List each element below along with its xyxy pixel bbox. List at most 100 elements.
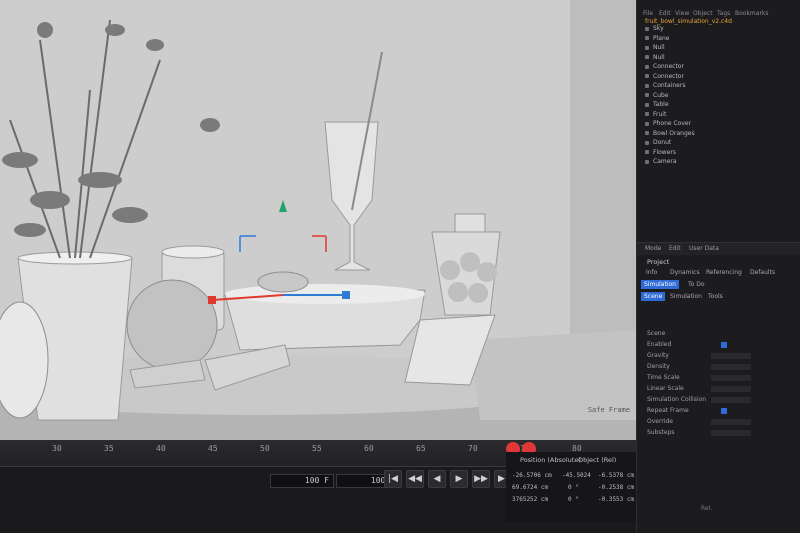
object-row[interactable]: Null <box>645 53 795 63</box>
coord-value[interactable]: -6.5378 cm <box>598 472 634 479</box>
3d-viewport[interactable]: Safe Frame <box>0 0 636 440</box>
object-name: Containers <box>653 82 686 90</box>
object-row[interactable]: Containers <box>645 81 795 91</box>
ruler-tick: 70 <box>468 444 478 453</box>
attribute-row[interactable]: Linear Scale <box>647 383 797 394</box>
object-name: Sky <box>653 25 664 33</box>
object-name: Null <box>653 44 665 52</box>
coordinates-manager: Position (Absolute) Object (Rel) -26.570… <box>506 452 636 522</box>
tab-info[interactable]: Info <box>643 268 660 277</box>
ruler-tick: 50 <box>260 444 270 453</box>
object-row[interactable]: Sky <box>645 24 795 34</box>
play-button[interactable]: ▶ <box>450 470 468 488</box>
previous-frame-button[interactable]: ◀ <box>428 470 446 488</box>
object-row[interactable]: Donut <box>645 138 795 148</box>
attribute-field[interactable] <box>711 396 751 403</box>
attribute-field[interactable] <box>711 385 751 392</box>
attribute-row[interactable]: Repeat Frame <box>647 405 797 416</box>
tab-simulation-sub[interactable]: Simulation <box>667 292 705 301</box>
object-row[interactable]: Flowers <box>645 148 795 158</box>
object-name: Flowers <box>653 148 676 156</box>
menu-item-bookmarks[interactable]: Bookmarks <box>735 10 769 17</box>
menu-item-object[interactable]: Object <box>693 10 713 17</box>
ruler-tick: 35 <box>104 444 114 453</box>
object-name: Cube <box>653 91 669 99</box>
attribute-row[interactable]: Time Scale <box>647 372 797 383</box>
attribute-field[interactable] <box>711 352 751 359</box>
object-row[interactable]: Cube <box>645 91 795 101</box>
object-name: Fruit <box>653 110 667 118</box>
object-row[interactable]: Plane <box>645 34 795 44</box>
object-row[interactable]: Camera <box>645 157 795 167</box>
attribute-field[interactable] <box>711 429 751 436</box>
object-row[interactable]: Table <box>645 100 795 110</box>
tab-simulation[interactable]: Simulation <box>641 280 679 289</box>
coord-value[interactable]: -0.2538 cm <box>598 484 634 491</box>
attribute-row[interactable]: Gravity <box>647 350 797 361</box>
next-key-button[interactable]: ▶▶ <box>472 470 490 488</box>
menu-item-edit[interactable]: Edit <box>659 10 671 17</box>
tab-dynamics[interactable]: Dynamics <box>667 268 703 277</box>
coord-value[interactable]: 0 ° <box>568 484 579 491</box>
attribute-row[interactable]: Override <box>647 416 797 427</box>
attribute-field[interactable] <box>711 363 751 370</box>
object-icon <box>645 102 649 107</box>
attribute-row[interactable]: Density <box>647 361 797 372</box>
attribute-field[interactable] <box>711 418 751 425</box>
attribute-list: Scene Enabled Gravity Density Time Scale… <box>647 328 797 438</box>
coords-rotation-header: Object (Rel) <box>578 456 617 464</box>
menu-item-file[interactable]: File <box>643 10 653 17</box>
attribute-label: Linear Scale <box>647 385 684 392</box>
coord-value[interactable]: 69.6724 cm <box>512 484 548 491</box>
object-row[interactable]: Fruit <box>645 110 795 120</box>
attribute-label: Simulation Collision <box>647 396 706 403</box>
previous-key-button[interactable]: ◀◀ <box>406 470 424 488</box>
object-icon <box>645 131 649 136</box>
object-row[interactable]: Null <box>645 43 795 53</box>
attr-title: Project <box>647 258 670 266</box>
attribute-row[interactable]: Simulation Collision <box>647 394 797 405</box>
ruler-tick: 30 <box>52 444 62 453</box>
attribute-row[interactable]: Scene <box>647 328 797 339</box>
repeat-frame-checkbox[interactable] <box>721 407 727 414</box>
ruler-tick: 45 <box>208 444 218 453</box>
coord-value[interactable]: 0 ° <box>568 496 579 503</box>
attribute-label: Time Scale <box>647 374 680 381</box>
tab-todo[interactable]: To Do <box>685 280 708 289</box>
panel-status: Rel. <box>701 505 713 512</box>
menu-item-view[interactable]: View <box>675 10 689 17</box>
coord-value[interactable]: -26.5706 cm <box>512 472 552 479</box>
object-icon <box>645 83 649 88</box>
object-name: Bowl Oranges <box>653 129 695 137</box>
object-list: Sky Plane Null Null Connector Connector … <box>645 24 795 167</box>
attribute-field[interactable] <box>711 374 751 381</box>
object-row[interactable]: Connector <box>645 72 795 82</box>
object-row[interactable]: Phone Cover <box>645 119 795 129</box>
enabled-checkbox[interactable] <box>721 341 727 348</box>
ruler-tick: 60 <box>364 444 374 453</box>
object-row[interactable]: Connector <box>645 62 795 72</box>
tab-defaults[interactable]: Defaults <box>747 268 778 277</box>
attr-menu-mode[interactable]: Mode <box>645 245 661 252</box>
attribute-row[interactable]: Substeps <box>647 427 797 438</box>
start-frame-field[interactable]: 100 F <box>270 474 334 488</box>
menu-item-tags[interactable]: Tags <box>717 10 730 17</box>
object-icon <box>645 45 649 50</box>
tab-scene[interactable]: Scene <box>641 292 666 301</box>
scene-render <box>0 0 636 440</box>
attribute-label: Substeps <box>647 429 675 436</box>
coord-value[interactable]: 3765252 cm <box>512 496 548 503</box>
ruler-tick: 55 <box>312 444 322 453</box>
attribute-label: Gravity <box>647 352 669 359</box>
attribute-label: Scene <box>647 330 666 337</box>
object-row[interactable]: Bowl Oranges <box>645 129 795 139</box>
attribute-row[interactable]: Enabled <box>647 339 797 350</box>
attr-menu-edit[interactable]: Edit <box>669 245 681 252</box>
go-to-start-button[interactable]: |◀ <box>384 470 402 488</box>
tab-tools[interactable]: Tools <box>705 292 726 301</box>
attr-menu-user-data[interactable]: User Data <box>689 245 719 252</box>
coord-value[interactable]: -0.3553 cm <box>598 496 634 503</box>
tab-referencing[interactable]: Referencing <box>703 268 745 277</box>
coord-value[interactable]: -45.5024 <box>562 472 591 479</box>
object-icon <box>645 74 649 79</box>
